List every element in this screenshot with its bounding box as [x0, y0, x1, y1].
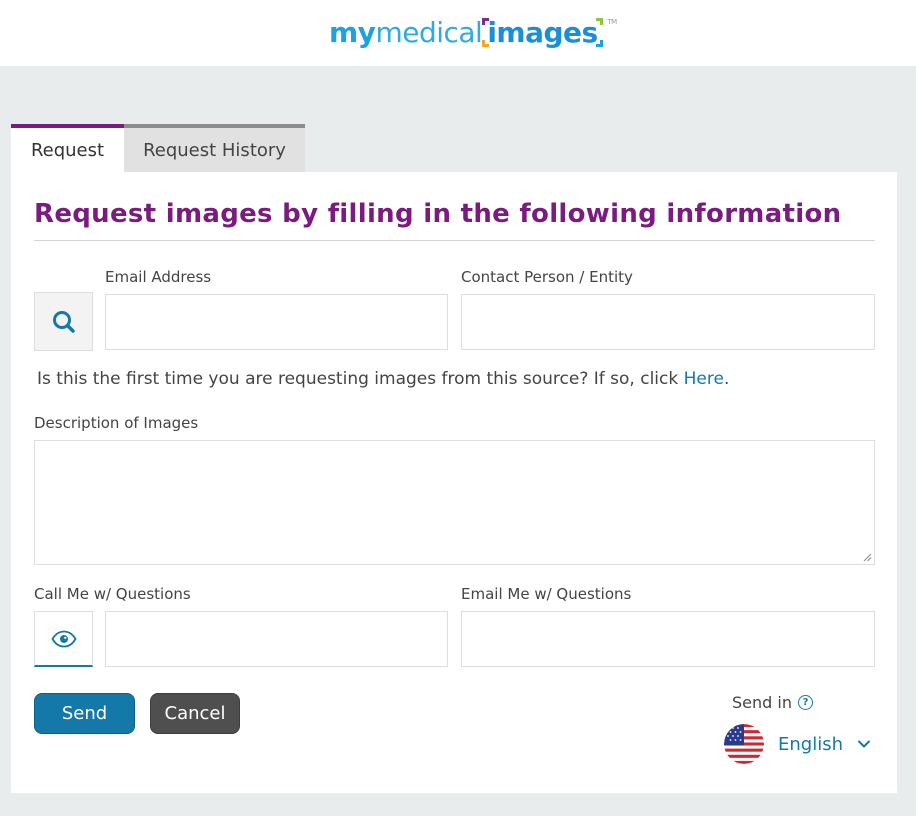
- search-button[interactable]: [34, 292, 93, 351]
- email-me-label: Email Me w/ Questions: [461, 585, 632, 603]
- email-address-field-wrap: [105, 294, 448, 350]
- description-textarea[interactable]: [35, 441, 874, 564]
- email-me-input[interactable]: [462, 612, 874, 666]
- contact-person-field-wrap: [461, 294, 875, 350]
- email-me-field-wrap: [461, 611, 875, 667]
- toggle-visibility-button[interactable]: [34, 611, 93, 667]
- contact-person-label: Contact Person / Entity: [461, 268, 633, 286]
- tab-request[interactable]: Request: [11, 124, 124, 172]
- send-button-label: Send: [61, 703, 108, 724]
- title-divider: [34, 240, 875, 241]
- here-link[interactable]: Here: [684, 369, 724, 389]
- language-selector[interactable]: English: [724, 724, 871, 764]
- eye-icon: [50, 630, 77, 647]
- language-selected-label: English: [778, 733, 843, 755]
- cancel-button[interactable]: Cancel: [150, 693, 240, 734]
- chevron-down-icon: [858, 740, 870, 748]
- tab-request-history-label: Request History: [143, 139, 286, 161]
- first-time-end: .: [723, 369, 730, 389]
- us-flag-icon: [724, 724, 764, 764]
- tab-request-history[interactable]: Request History: [124, 124, 305, 172]
- page-title: Request images by filling in the followi…: [34, 199, 842, 229]
- first-time-notice: Is this the first time you are requestin…: [37, 369, 729, 389]
- header: my medical images TM: [0, 0, 916, 66]
- resize-grip-icon[interactable]: [862, 552, 872, 562]
- email-address-input[interactable]: [106, 295, 447, 349]
- send-button[interactable]: Send: [34, 693, 135, 734]
- logo-images-wrap: images TM: [482, 15, 617, 49]
- send-in-row: Send in ?: [732, 693, 813, 712]
- contact-person-input[interactable]: [462, 295, 874, 349]
- send-in-label: Send in: [732, 693, 792, 712]
- logo-images: images: [487, 15, 598, 49]
- call-me-input[interactable]: [106, 612, 447, 666]
- tab-request-label: Request: [30, 139, 105, 161]
- first-time-text: Is this the first time you are requestin…: [37, 369, 684, 389]
- call-me-label: Call Me w/ Questions: [34, 585, 191, 603]
- cancel-button-label: Cancel: [164, 703, 226, 724]
- call-me-field-wrap: [105, 611, 448, 667]
- logo-medical: medical: [375, 15, 483, 49]
- logo-trademark: TM: [607, 17, 617, 26]
- description-label: Description of Images: [34, 414, 199, 432]
- help-circle-icon[interactable]: ?: [797, 695, 813, 710]
- description-field-wrap: [34, 440, 875, 565]
- search-icon: [52, 310, 75, 333]
- email-address-label: Email Address: [105, 268, 212, 286]
- logo-my: my: [329, 15, 376, 49]
- mymedicalimages-logo: my medical images TM: [329, 9, 617, 55]
